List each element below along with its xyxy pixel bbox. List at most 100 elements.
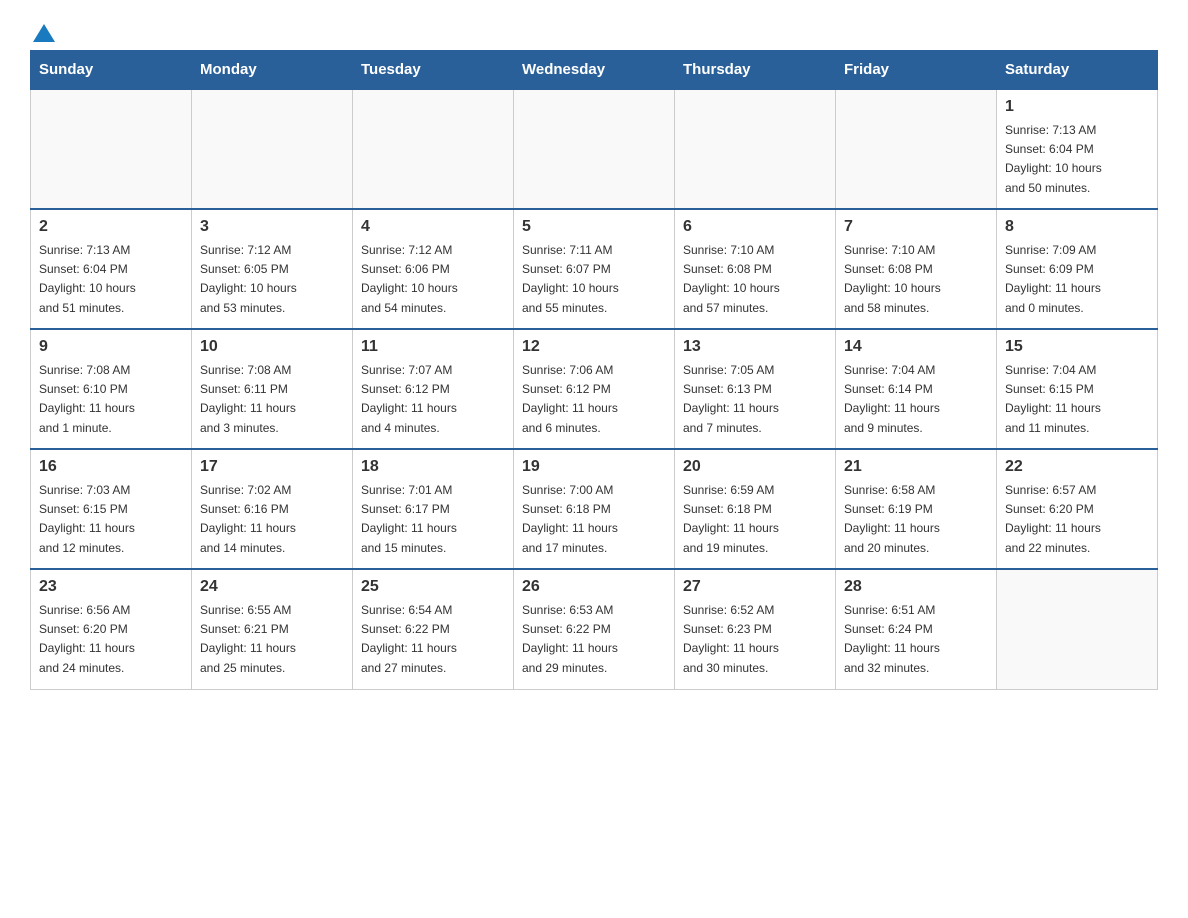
calendar-cell: 2Sunrise: 7:13 AMSunset: 6:04 PMDaylight… xyxy=(31,209,192,329)
day-info: Sunrise: 7:13 AMSunset: 6:04 PMDaylight:… xyxy=(39,241,183,318)
day-info: Sunrise: 7:10 AMSunset: 6:08 PMDaylight:… xyxy=(844,241,988,318)
calendar-cell: 21Sunrise: 6:58 AMSunset: 6:19 PMDayligh… xyxy=(836,449,997,569)
calendar-cell xyxy=(836,89,997,209)
day-info: Sunrise: 7:04 AMSunset: 6:15 PMDaylight:… xyxy=(1005,361,1149,438)
calendar-cell xyxy=(353,89,514,209)
page-header xyxy=(30,20,1158,40)
calendar-cell: 10 Sunrise: 7:08 AMSunset: 6:11 PMDayligh… xyxy=(192,329,353,449)
day-info: Sunrise: 7:04 AMSunset: 6:14 PMDaylight:… xyxy=(844,361,988,438)
day-number: 8 xyxy=(1005,218,1149,236)
calendar-week-2: 2Sunrise: 7:13 AMSunset: 6:04 PMDaylight… xyxy=(31,209,1158,329)
calendar-cell: 27Sunrise: 6:52 AMSunset: 6:23 PMDayligh… xyxy=(675,569,836,689)
calendar-header-monday: Monday xyxy=(192,51,353,90)
day-number: 19 xyxy=(522,458,666,476)
day-info: Sunrise: 7:12 AMSunset: 6:05 PMDaylight:… xyxy=(200,241,344,318)
calendar-cell: 22 Sunrise: 6:57 AMSunset: 6:20 PMDayligh… xyxy=(997,449,1158,569)
day-number: 28 xyxy=(844,578,988,596)
day-info: Sunrise: 6:55 AMSunset: 6:21 PMDaylight:… xyxy=(200,601,344,678)
calendar-cell: 18 Sunrise: 7:01 AMSunset: 6:17 PMDayligh… xyxy=(353,449,514,569)
day-info: Sunrise: 7:00 AMSunset: 6:18 PMDaylight:… xyxy=(522,481,666,558)
day-info: Sunrise: 6:53 AMSunset: 6:22 PMDaylight:… xyxy=(522,601,666,678)
calendar-header-thursday: Thursday xyxy=(675,51,836,90)
day-info: Sunrise: 6:54 AMSunset: 6:22 PMDaylight:… xyxy=(361,601,505,678)
calendar-cell: 24Sunrise: 6:55 AMSunset: 6:21 PMDayligh… xyxy=(192,569,353,689)
calendar-cell: 13 Sunrise: 7:05 AMSunset: 6:13 PMDayligh… xyxy=(675,329,836,449)
calendar-header-friday: Friday xyxy=(836,51,997,90)
calendar-cell xyxy=(514,89,675,209)
day-info: Sunrise: 7:06 AMSunset: 6:12 PMDaylight:… xyxy=(522,361,666,438)
calendar-cell: 19 Sunrise: 7:00 AMSunset: 6:18 PMDayligh… xyxy=(514,449,675,569)
calendar-cell xyxy=(997,569,1158,689)
day-number: 1 xyxy=(1005,98,1149,116)
day-info: Sunrise: 7:13 AMSunset: 6:04 PMDaylight:… xyxy=(1005,121,1149,198)
day-info: Sunrise: 6:56 AMSunset: 6:20 PMDaylight:… xyxy=(39,601,183,678)
day-number: 20 xyxy=(683,458,827,476)
calendar-header-saturday: Saturday xyxy=(997,51,1158,90)
calendar-cell: 17 Sunrise: 7:02 AMSunset: 6:16 PMDayligh… xyxy=(192,449,353,569)
day-info: Sunrise: 7:05 AMSunset: 6:13 PMDaylight:… xyxy=(683,361,827,438)
day-info: Sunrise: 7:07 AMSunset: 6:12 PMDaylight:… xyxy=(361,361,505,438)
calendar-cell: 25 Sunrise: 6:54 AMSunset: 6:22 PMDayligh… xyxy=(353,569,514,689)
day-info: Sunrise: 7:01 AMSunset: 6:17 PMDaylight:… xyxy=(361,481,505,558)
day-info: Sunrise: 7:10 AMSunset: 6:08 PMDaylight:… xyxy=(683,241,827,318)
calendar-week-5: 23 Sunrise: 6:56 AMSunset: 6:20 PMDayligh… xyxy=(31,569,1158,689)
day-number: 22 xyxy=(1005,458,1149,476)
day-number: 23 xyxy=(39,578,183,596)
calendar-cell: 28 Sunrise: 6:51 AMSunset: 6:24 PMDayligh… xyxy=(836,569,997,689)
day-info: Sunrise: 7:08 AMSunset: 6:11 PMDaylight:… xyxy=(200,361,344,438)
calendar-cell: 5 Sunrise: 7:11 AMSunset: 6:07 PMDaylight… xyxy=(514,209,675,329)
calendar-header-tuesday: Tuesday xyxy=(353,51,514,90)
calendar-cell: 12 Sunrise: 7:06 AMSunset: 6:12 PMDayligh… xyxy=(514,329,675,449)
calendar-cell xyxy=(192,89,353,209)
day-number: 6 xyxy=(683,218,827,236)
day-number: 5 xyxy=(522,218,666,236)
calendar-week-1: 1 Sunrise: 7:13 AMSunset: 6:04 PMDaylight… xyxy=(31,89,1158,209)
calendar-cell: 8 Sunrise: 7:09 AMSunset: 6:09 PMDaylight… xyxy=(997,209,1158,329)
logo-arrow-icon xyxy=(33,24,55,42)
day-info: Sunrise: 7:09 AMSunset: 6:09 PMDaylight:… xyxy=(1005,241,1149,318)
calendar-table: SundayMondayTuesdayWednesdayThursdayFrid… xyxy=(30,50,1158,690)
day-number: 15 xyxy=(1005,338,1149,356)
calendar-cell: 15 Sunrise: 7:04 AMSunset: 6:15 PMDayligh… xyxy=(997,329,1158,449)
calendar-cell: 11 Sunrise: 7:07 AMSunset: 6:12 PMDayligh… xyxy=(353,329,514,449)
calendar-header-row: SundayMondayTuesdayWednesdayThursdayFrid… xyxy=(31,51,1158,90)
day-info: Sunrise: 6:52 AMSunset: 6:23 PMDaylight:… xyxy=(683,601,827,678)
day-number: 25 xyxy=(361,578,505,596)
day-number: 18 xyxy=(361,458,505,476)
calendar-cell: 7 Sunrise: 7:10 AMSunset: 6:08 PMDaylight… xyxy=(836,209,997,329)
calendar-cell: 23 Sunrise: 6:56 AMSunset: 6:20 PMDayligh… xyxy=(31,569,192,689)
calendar-cell xyxy=(31,89,192,209)
calendar-cell: 26 Sunrise: 6:53 AMSunset: 6:22 PMDayligh… xyxy=(514,569,675,689)
calendar-cell: 3 Sunrise: 7:12 AMSunset: 6:05 PMDaylight… xyxy=(192,209,353,329)
day-info: Sunrise: 7:02 AMSunset: 6:16 PMDaylight:… xyxy=(200,481,344,558)
day-number: 10 xyxy=(200,338,344,356)
day-info: Sunrise: 7:11 AMSunset: 6:07 PMDaylight:… xyxy=(522,241,666,318)
calendar-cell: 20 Sunrise: 6:59 AMSunset: 6:18 PMDayligh… xyxy=(675,449,836,569)
day-info: Sunrise: 7:03 AMSunset: 6:15 PMDaylight:… xyxy=(39,481,183,558)
calendar-cell: 1 Sunrise: 7:13 AMSunset: 6:04 PMDaylight… xyxy=(997,89,1158,209)
day-info: Sunrise: 6:58 AMSunset: 6:19 PMDaylight:… xyxy=(844,481,988,558)
calendar-cell: 4 Sunrise: 7:12 AMSunset: 6:06 PMDaylight… xyxy=(353,209,514,329)
calendar-cell xyxy=(675,89,836,209)
calendar-cell: 9Sunrise: 7:08 AMSunset: 6:10 PMDaylight… xyxy=(31,329,192,449)
calendar-week-3: 9Sunrise: 7:08 AMSunset: 6:10 PMDaylight… xyxy=(31,329,1158,449)
calendar-header-sunday: Sunday xyxy=(31,51,192,90)
day-number: 7 xyxy=(844,218,988,236)
logo xyxy=(30,20,55,40)
day-number: 26 xyxy=(522,578,666,596)
calendar-cell: 14 Sunrise: 7:04 AMSunset: 6:14 PMDayligh… xyxy=(836,329,997,449)
calendar-cell: 6 Sunrise: 7:10 AMSunset: 6:08 PMDaylight… xyxy=(675,209,836,329)
day-number: 3 xyxy=(200,218,344,236)
day-info: Sunrise: 6:57 AMSunset: 6:20 PMDaylight:… xyxy=(1005,481,1149,558)
day-info: Sunrise: 6:51 AMSunset: 6:24 PMDaylight:… xyxy=(844,601,988,678)
day-number: 11 xyxy=(361,338,505,356)
day-number: 4 xyxy=(361,218,505,236)
day-number: 14 xyxy=(844,338,988,356)
day-number: 16 xyxy=(39,458,183,476)
day-info: Sunrise: 7:12 AMSunset: 6:06 PMDaylight:… xyxy=(361,241,505,318)
day-info: Sunrise: 6:59 AMSunset: 6:18 PMDaylight:… xyxy=(683,481,827,558)
day-number: 13 xyxy=(683,338,827,356)
calendar-header-wednesday: Wednesday xyxy=(514,51,675,90)
day-number: 17 xyxy=(200,458,344,476)
day-number: 12 xyxy=(522,338,666,356)
